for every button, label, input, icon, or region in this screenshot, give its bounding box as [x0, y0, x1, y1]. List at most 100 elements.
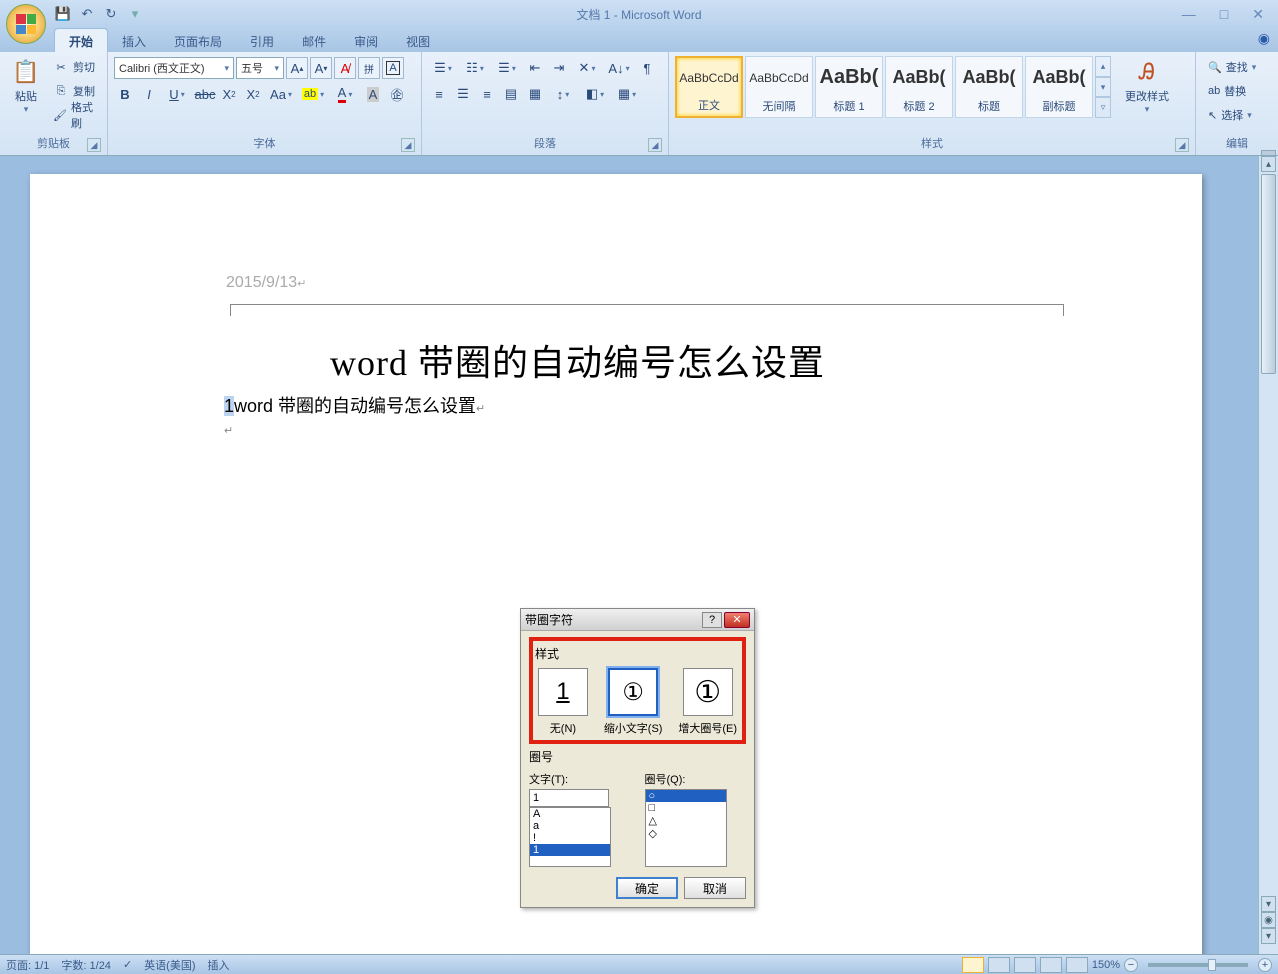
cut-button[interactable]: ✂剪切 [50, 56, 101, 78]
zoom-in-button[interactable]: + [1258, 958, 1272, 972]
char-border-button[interactable]: A [382, 57, 404, 79]
align-center-button[interactable]: ☰ [452, 83, 474, 105]
styles-scroll-up[interactable]: ▴ [1095, 56, 1111, 77]
view-draft[interactable] [1066, 957, 1088, 973]
bullets-button[interactable]: ☰▾ [428, 57, 458, 79]
strike-button[interactable]: abc [194, 83, 216, 105]
font-launcher[interactable]: ◢ [401, 138, 415, 152]
help-icon[interactable]: ◉ [1258, 30, 1270, 47]
asian-layout-button[interactable]: ✕▾ [572, 57, 602, 79]
style-option-none[interactable]: 1 无(N) [538, 668, 588, 736]
styles-launcher[interactable]: ◢ [1175, 138, 1189, 152]
style-heading2[interactable]: AaBb(标题 2 [885, 56, 953, 118]
style-option-enlarge[interactable]: ① 增大圈号(E) [678, 668, 737, 736]
dialog-close-button[interactable]: ✕ [724, 612, 750, 628]
shading-button[interactable]: ◧▾ [580, 83, 610, 105]
minimize-button[interactable]: — [1174, 4, 1204, 25]
style-title[interactable]: AaBb(标题 [955, 56, 1023, 118]
find-button[interactable]: 🔍查找▾ [1204, 56, 1260, 78]
tab-mailings[interactable]: 邮件 [288, 29, 340, 52]
text-input[interactable] [529, 789, 609, 807]
bold-button[interactable]: B [114, 83, 136, 105]
clipboard-launcher[interactable]: ◢ [87, 138, 101, 152]
style-normal[interactable]: AaBbCcDd正文 [675, 56, 743, 118]
line-spacing-button[interactable]: ↕▾ [548, 83, 578, 105]
status-words[interactable]: 字数: 1/24 [61, 957, 111, 973]
tab-view[interactable]: 视图 [392, 29, 444, 52]
superscript-button[interactable]: X2 [242, 83, 264, 105]
show-marks-button[interactable]: ¶ [636, 57, 658, 79]
borders-button[interactable]: ▦▾ [612, 83, 642, 105]
scroll-thumb[interactable] [1261, 174, 1276, 374]
save-icon[interactable]: 💾 [54, 5, 72, 23]
grow-font-button[interactable]: A▴ [286, 57, 308, 79]
tab-home[interactable]: 开始 [54, 28, 108, 52]
view-print-layout[interactable] [962, 957, 984, 973]
document-page[interactable]: 2015/9/13↵ word 带圈的自动编号怎么设置 1word 带圈的自动编… [30, 174, 1202, 954]
format-painter-button[interactable]: 🖌格式刷 [50, 104, 101, 126]
char-shading-button[interactable]: A [362, 83, 384, 105]
zoom-out-button[interactable]: − [1124, 958, 1138, 972]
view-fullscreen[interactable] [988, 957, 1010, 973]
prev-page-button[interactable]: ◉ [1261, 912, 1276, 928]
numbering-button[interactable]: ☷▾ [460, 57, 490, 79]
dialog-titlebar[interactable]: 带圈字符 ? ✕ [521, 609, 754, 631]
office-button[interactable] [6, 4, 46, 44]
replace-button[interactable]: ab替换 [1204, 80, 1260, 102]
view-outline[interactable] [1040, 957, 1062, 973]
align-left-button[interactable]: ≡ [428, 83, 450, 105]
status-language[interactable]: 英语(美国) [144, 957, 195, 973]
cancel-button[interactable]: 取消 [684, 877, 746, 899]
dialog-help-button[interactable]: ? [702, 612, 722, 628]
indent-inc-button[interactable]: ⇥ [548, 57, 570, 79]
undo-icon[interactable]: ↶ [78, 5, 96, 23]
clear-format-button[interactable]: A̸ [334, 57, 356, 79]
text-listbox[interactable]: A a ! 1 [529, 807, 611, 867]
spellcheck-icon[interactable]: ✓ [123, 958, 132, 971]
tab-layout[interactable]: 页面布局 [160, 29, 236, 52]
zoom-slider[interactable] [1148, 963, 1248, 967]
scroll-up-button[interactable]: ▴ [1261, 156, 1276, 172]
next-page-button[interactable]: ▾ [1261, 928, 1276, 944]
styles-expand[interactable]: ▿ [1095, 97, 1111, 118]
align-justify-button[interactable]: ▤ [500, 83, 522, 105]
change-styles-button[interactable]: Ꭿ 更改样式 ▾ [1119, 54, 1175, 117]
underline-button[interactable]: U▾ [162, 83, 192, 105]
shrink-font-button[interactable]: A▾ [310, 57, 332, 79]
style-heading1[interactable]: AaBb(标题 1 [815, 56, 883, 118]
document-workspace[interactable]: 2015/9/13↵ word 带圈的自动编号怎么设置 1word 带圈的自动编… [0, 156, 1258, 954]
scroll-down-button[interactable]: ▾ [1261, 896, 1276, 912]
selected-number[interactable]: 1 [224, 396, 234, 416]
indent-dec-button[interactable]: ⇤ [524, 57, 546, 79]
qat-dropdown-icon[interactable]: ▾ [126, 5, 144, 23]
align-right-button[interactable]: ≡ [476, 83, 498, 105]
style-option-shrink[interactable]: ① 缩小文字(S) [604, 668, 663, 736]
paragraph-launcher[interactable]: ◢ [648, 138, 662, 152]
document-line[interactable]: 1word 带圈的自动编号怎么设置↵ [224, 392, 485, 418]
status-mode[interactable]: 插入 [207, 957, 229, 973]
highlight-button[interactable]: ab▾ [298, 83, 328, 105]
multilevel-button[interactable]: ☰▾ [492, 57, 522, 79]
subscript-button[interactable]: X2 [218, 83, 240, 105]
vertical-scrollbar[interactable]: ▴ ▾ ◉ ▾ [1258, 156, 1278, 954]
tab-review[interactable]: 审阅 [340, 29, 392, 52]
change-case-button[interactable]: Aa▾ [266, 83, 296, 105]
redo-icon[interactable]: ↻ [102, 5, 120, 23]
enclose-char-button[interactable]: ㊭ [386, 83, 408, 105]
paste-button[interactable]: 📋 粘贴 ▾ [4, 54, 48, 117]
close-button[interactable]: ✕ [1244, 4, 1272, 25]
view-web[interactable] [1014, 957, 1036, 973]
sort-button[interactable]: A↓▾ [604, 57, 634, 79]
ok-button[interactable]: 确定 [616, 877, 678, 899]
font-name-combo[interactable]: Calibri (西文正文)▾ [114, 57, 234, 79]
style-nospacing[interactable]: AaBbCcDd无间隔 [745, 56, 813, 118]
font-size-combo[interactable]: 五号▾ [236, 57, 284, 79]
style-subtitle[interactable]: AaBb(副标题 [1025, 56, 1093, 118]
phonetic-guide-button[interactable]: 拼 [358, 57, 380, 79]
select-button[interactable]: ↖选择▾ [1204, 104, 1260, 126]
align-distribute-button[interactable]: ▦ [524, 83, 546, 105]
zoom-level[interactable]: 150% [1092, 959, 1120, 971]
tab-references[interactable]: 引用 [236, 29, 288, 52]
italic-button[interactable]: I [138, 83, 160, 105]
styles-scroll-down[interactable]: ▾ [1095, 77, 1111, 98]
